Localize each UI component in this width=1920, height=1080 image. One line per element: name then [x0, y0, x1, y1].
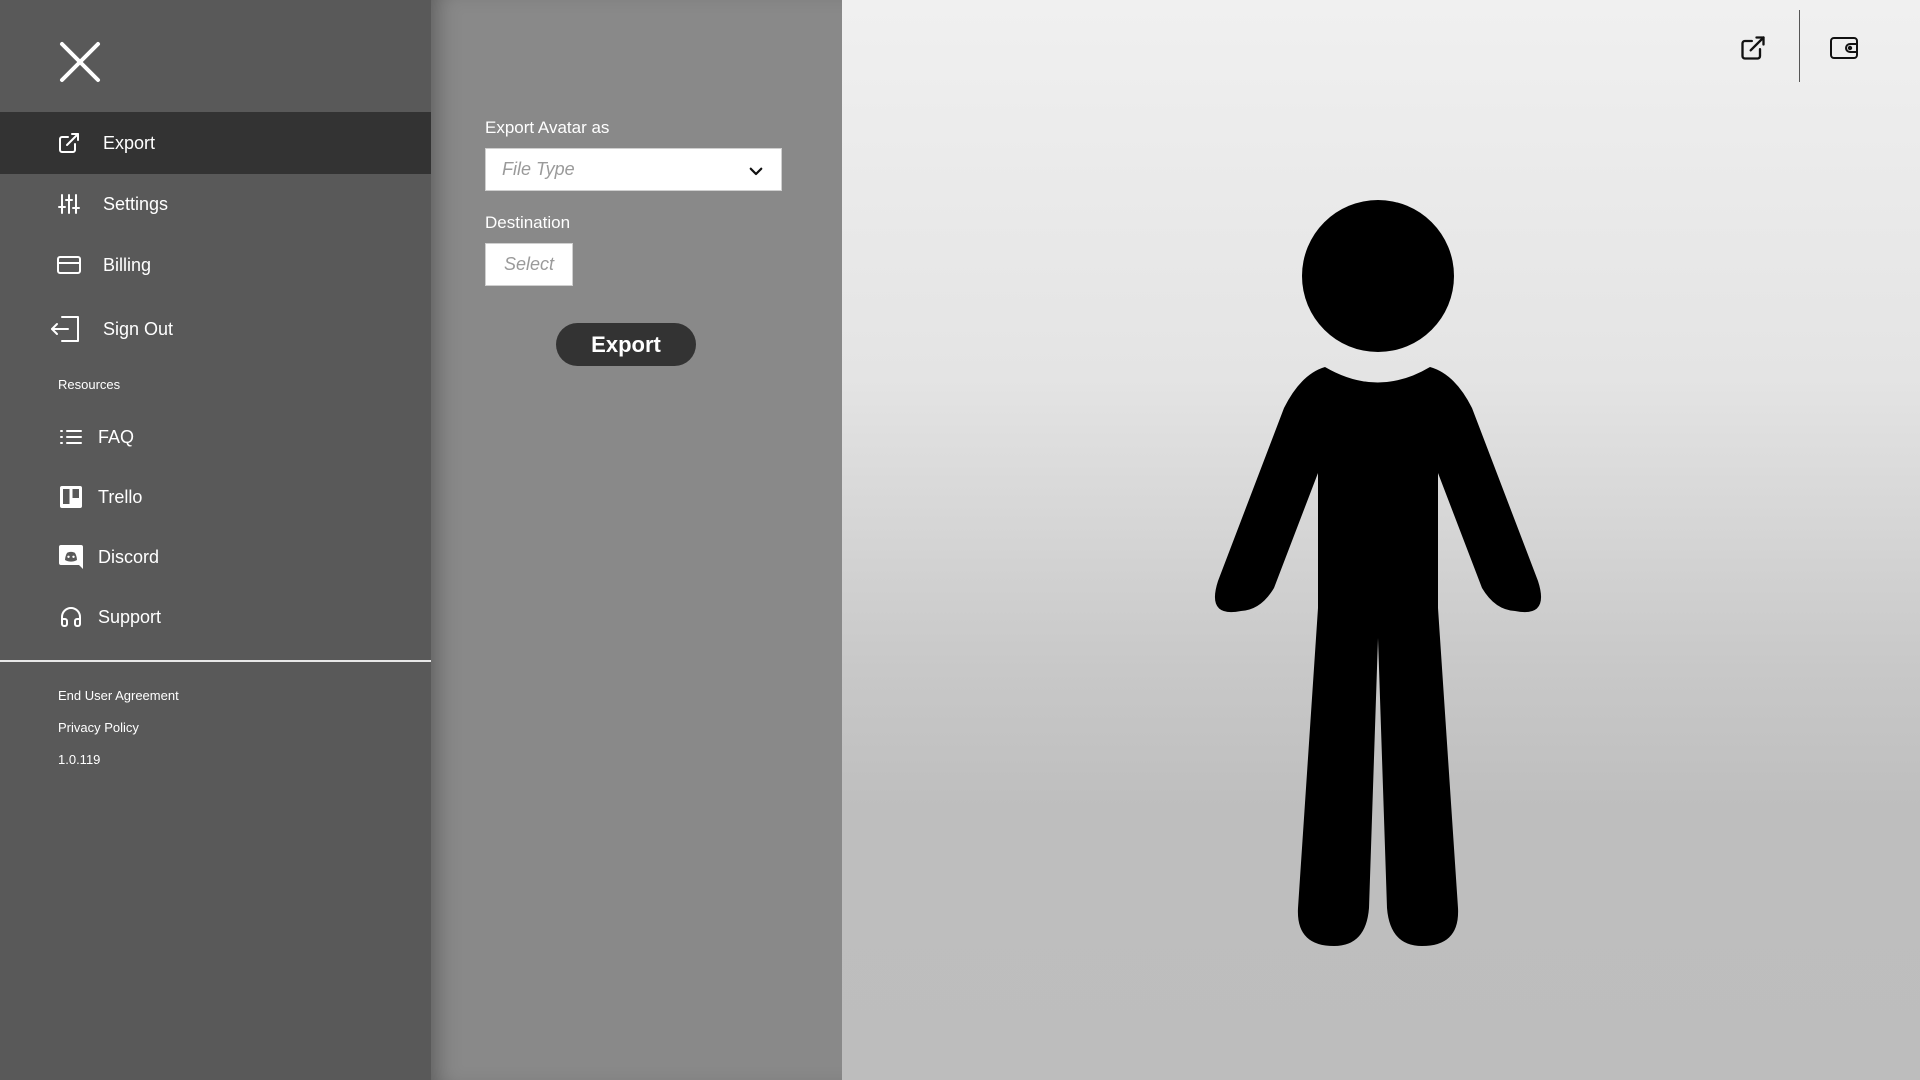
- sidebar-item-settings[interactable]: Settings: [0, 173, 431, 235]
- sidebar-item-label: Sign Out: [103, 318, 174, 339]
- sign-out-icon: [50, 316, 82, 342]
- destination-placeholder: Select: [503, 254, 555, 274]
- resources-heading: Resources: [58, 377, 121, 392]
- sidebar-item-export[interactable]: Export: [0, 112, 431, 174]
- close-icon[interactable]: [56, 38, 104, 86]
- external-link-icon: [56, 130, 82, 156]
- destination-select[interactable]: Select: [485, 243, 573, 286]
- avatar-stage: [842, 0, 1920, 1080]
- sliders-icon: [56, 191, 82, 217]
- export-panel: Export Avatar as File Type Destination S…: [431, 0, 842, 1080]
- external-link-icon[interactable]: [1735, 30, 1771, 66]
- sidebar-item-trello[interactable]: Trello: [0, 466, 431, 528]
- sidebar-item-label: Trello: [98, 486, 143, 507]
- destination-label: Destination: [485, 213, 571, 232]
- sidebar-item-billing[interactable]: Billing: [0, 234, 431, 296]
- sidebar-item-sign-out[interactable]: Sign Out: [0, 298, 431, 360]
- export-button[interactable]: Export: [556, 323, 696, 366]
- trello-icon: [58, 484, 84, 510]
- topbar-divider: [1799, 10, 1800, 82]
- sidebar: Export Settings Billing Sign Out Resourc…: [0, 0, 431, 1080]
- avatar-figure: [1214, 200, 1542, 946]
- sidebar-item-label: Discord: [98, 546, 160, 567]
- chevron-down-icon: [747, 162, 765, 185]
- sidebar-item-label: Export: [103, 132, 156, 153]
- sidebar-item-label: FAQ: [98, 426, 135, 447]
- file-type-placeholder: File Type: [502, 159, 575, 179]
- sidebar-item-label: Support: [98, 606, 162, 627]
- list-icon: [58, 424, 84, 450]
- app-version: 1.0.119: [58, 752, 101, 767]
- headphones-icon: [58, 604, 84, 630]
- file-type-label: Export Avatar as: [485, 118, 610, 137]
- sidebar-item-label: Billing: [103, 254, 152, 275]
- file-type-select[interactable]: File Type: [485, 148, 782, 191]
- sidebar-item-faq[interactable]: FAQ: [0, 406, 431, 468]
- sidebar-item-discord[interactable]: Discord: [0, 526, 431, 588]
- sidebar-divider: [0, 660, 431, 662]
- wallet-icon[interactable]: [1826, 30, 1862, 66]
- discord-icon: [58, 544, 84, 570]
- privacy-policy-link[interactable]: Privacy Policy: [58, 720, 139, 735]
- sidebar-item-support[interactable]: Support: [0, 586, 431, 648]
- sidebar-item-label: Settings: [103, 193, 169, 214]
- credit-card-icon: [56, 252, 82, 278]
- eula-link[interactable]: End User Agreement: [58, 688, 179, 703]
